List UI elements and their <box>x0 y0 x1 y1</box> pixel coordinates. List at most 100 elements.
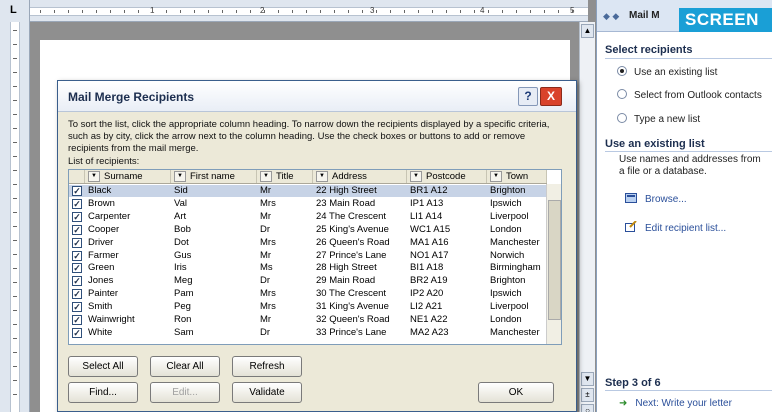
close-button[interactable]: X <box>540 87 562 106</box>
recipients-table[interactable]: ▼ Surname ▼ First name ▼ Title ▼ Address ▼ Po… <box>68 169 562 345</box>
radio-use-existing[interactable]: Use an existing list <box>617 66 717 78</box>
ruler-tick <box>544 10 545 13</box>
existing-list-heading: Use an existing list <box>605 138 705 150</box>
row-checkbox[interactable]: ✓ <box>72 289 82 300</box>
select-browse-object-icon[interactable]: ○ <box>581 404 594 412</box>
table-cell: Wainwright <box>88 314 135 325</box>
table-row[interactable]: ✓ Brown Val Mrs 23 Main Road IP1 A13 Ipswich <box>69 198 547 210</box>
select-all-button[interactable]: Select All <box>68 356 138 377</box>
ruler-tick <box>13 72 17 73</box>
table-cell: Peg <box>174 301 191 313</box>
ruler-tick <box>13 310 17 311</box>
edit-link-label: Edit recipient list... <box>645 223 727 234</box>
table-cell: IP2 A20 <box>410 288 444 300</box>
radio-outlook-contacts[interactable]: Select from Outlook contacts <box>617 89 762 101</box>
table-row[interactable]: ✓ Carpenter Art Mr 24 The Crescent LI1 A14 Liv… <box>69 211 547 223</box>
table-scrollbar[interactable] <box>546 184 561 344</box>
table-row[interactable]: ✓ Wainwright Ron Mr 32 Queen's Road NE1 A22 Lo… <box>69 314 547 326</box>
table-cell: Liverpool <box>490 210 529 222</box>
row-checkbox[interactable]: ✓ <box>72 237 82 248</box>
ruler-track <box>30 7 588 16</box>
table-cell: Pam <box>174 288 194 300</box>
dropdown-arrow-icon[interactable]: ▼ <box>490 171 502 182</box>
table-cell: 29 Main Road <box>316 275 376 287</box>
table-cell: Carpenter <box>88 210 131 222</box>
horizontal-ruler[interactable]: 1 2 3 4 5 <box>30 0 588 22</box>
column-header-first-name[interactable]: ▼ First name <box>171 170 257 183</box>
ruler-tick <box>264 10 265 13</box>
column-header-postcode[interactable]: ▼ Postcode <box>407 170 487 183</box>
row-checkbox[interactable]: ✓ <box>72 315 82 325</box>
ruler-tick <box>13 240 17 241</box>
row-checkbox[interactable]: ✓ <box>72 224 82 235</box>
radio-new-list[interactable]: Type a new list <box>617 113 700 125</box>
table-cell: Mr <box>260 314 272 325</box>
table-row[interactable]: ✓ Green Iris Ms 28 High Street BI1 A18 Birming… <box>69 262 547 274</box>
refresh-button[interactable]: Refresh <box>232 356 302 377</box>
dropdown-arrow-icon[interactable]: ▼ <box>410 171 422 182</box>
column-header-town[interactable]: ▼ Town <box>487 170 547 183</box>
find-button[interactable]: Find... <box>68 382 138 403</box>
ruler-tick <box>320 10 321 13</box>
ruler-tab-label: L <box>10 4 17 16</box>
ok-button[interactable]: OK <box>478 382 554 403</box>
table-row[interactable]: ✓ White Sam Dr 33 Prince's Lane MA2 A23 Manche… <box>69 327 547 339</box>
table-row[interactable]: ✓ Driver Dot Mrs 26 Queen's Road MA1 A16 Manch… <box>69 237 547 249</box>
help-button[interactable]: ? <box>518 87 538 106</box>
table-row[interactable]: ✓ Painter Pam Mrs 30 The Crescent IP2 A20 Ipsw… <box>69 288 547 300</box>
table-cell: 31 King's Avenue <box>316 301 389 313</box>
ruler-tick <box>13 184 17 185</box>
row-checkbox[interactable]: ✓ <box>72 211 82 222</box>
row-checkbox[interactable]: ✓ <box>72 263 82 274</box>
browse-link[interactable]: Browse... <box>625 193 687 205</box>
document-scrollbar[interactable]: ▲ ▼ ± ○ <box>579 22 595 412</box>
row-checkbox[interactable]: ✓ <box>72 250 82 261</box>
table-row[interactable]: ✓ Jones Meg Dr 29 Main Road BR2 A19 Brighton <box>69 275 547 287</box>
table-row[interactable]: ✓ Cooper Bob Dr 25 King's Avenue WC1 A15 Londo… <box>69 224 547 236</box>
ruler-tick <box>180 10 181 13</box>
ruler-tab-selector[interactable]: L <box>0 0 30 22</box>
ruler-number: 4 <box>480 6 485 15</box>
dialog-title-bar[interactable]: Mail Merge Recipients ? X <box>58 81 576 112</box>
ruler-tick <box>460 10 461 13</box>
ruler-tick <box>558 10 559 13</box>
column-header-surname[interactable]: ▼ Surname <box>85 170 171 183</box>
radio-icon[interactable] <box>617 113 627 123</box>
row-checkbox[interactable]: ✓ <box>72 186 82 196</box>
edit-recipient-list-link[interactable]: Edit recipient list... <box>625 220 727 234</box>
radio-icon[interactable] <box>617 89 627 99</box>
table-cell: Farmer <box>88 249 119 261</box>
next-step-link[interactable]: ➜ Next: Write your letter <box>619 398 732 409</box>
dropdown-arrow-icon[interactable]: ▼ <box>316 171 328 182</box>
scroll-down-icon[interactable]: ▼ <box>581 372 594 386</box>
table-cell: 26 Queen's Road <box>316 236 390 248</box>
table-cell: White <box>88 326 113 338</box>
dropdown-arrow-icon[interactable]: ▼ <box>174 171 186 182</box>
clear-all-button[interactable]: Clear All <box>150 356 220 377</box>
row-checkbox[interactable]: ✓ <box>72 327 82 338</box>
table-row[interactable]: ✓ Smith Peg Mrs 31 King's Avenue LI2 A21 Liver… <box>69 301 547 313</box>
ruler-tick <box>278 10 279 13</box>
pane-nav-icon[interactable]: ◆ ◆ <box>603 11 619 22</box>
table-cell: MA1 A16 <box>410 236 449 248</box>
edit-button[interactable]: Edit... <box>150 382 220 403</box>
scroll-up-icon[interactable]: ▲ <box>581 24 594 38</box>
table-row[interactable]: ✓ Black Sid Mr 22 High Street BR1 A12 Brighton <box>69 185 547 197</box>
scroll-thumb[interactable] <box>548 200 561 320</box>
table-row[interactable]: ✓ Farmer Gus Mr 27 Prince's Lane NO1 A17 Norwi… <box>69 250 547 262</box>
table-cell: London <box>490 314 522 325</box>
dropdown-arrow-icon[interactable]: ▼ <box>260 171 272 182</box>
vertical-ruler[interactable] <box>0 22 30 412</box>
table-cell: Ron <box>174 314 192 325</box>
validate-button[interactable]: Validate <box>232 382 302 403</box>
row-checkbox[interactable]: ✓ <box>72 302 82 313</box>
dropdown-arrow-icon[interactable]: ▼ <box>88 171 100 182</box>
row-checkbox[interactable]: ✓ <box>72 276 82 287</box>
column-header-address[interactable]: ▼ Address <box>313 170 407 183</box>
table-cell: 27 Prince's Lane <box>316 249 387 261</box>
column-header-title[interactable]: ▼ Title <box>257 170 313 183</box>
row-checkbox[interactable]: ✓ <box>72 198 82 209</box>
ruler-tick <box>13 128 17 129</box>
prev-page-icon[interactable]: ± <box>581 388 594 402</box>
radio-selected-icon[interactable] <box>617 66 627 76</box>
